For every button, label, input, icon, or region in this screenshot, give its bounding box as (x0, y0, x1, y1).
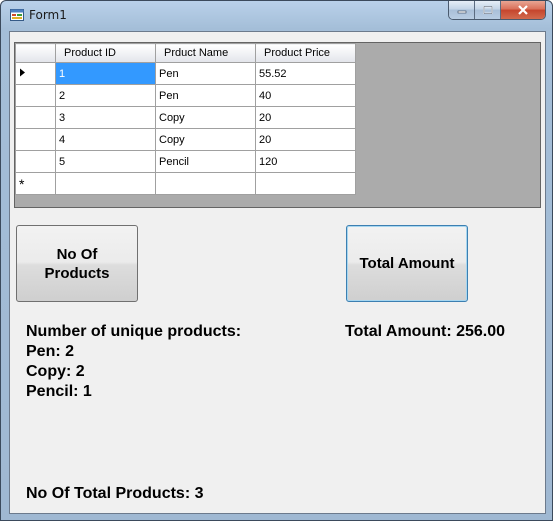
cell-product-price[interactable]: 55.52 (255, 62, 356, 85)
total-amount-button-label: Total Amount (359, 255, 455, 272)
cell-product-id[interactable]: 5 (55, 150, 156, 173)
form-client-area: Product ID Prduct Name Product Price 1 P… (9, 31, 546, 514)
current-row-arrow-icon (20, 68, 25, 76)
header-row: Product ID Prduct Name Product Price (15, 43, 356, 63)
row-header[interactable] (15, 84, 56, 107)
no-of-products-button-label: No Of Products (44, 245, 110, 282)
total-amount-label: Total Amount: 256.00 (345, 323, 506, 340)
cell-product-name[interactable]: Copy (155, 128, 256, 151)
column-header-product-name[interactable]: Prduct Name (155, 43, 256, 63)
minimize-button[interactable] (449, 1, 475, 19)
new-row-marker: * (15, 172, 56, 195)
new-cell-product-id[interactable] (55, 172, 156, 195)
new-row[interactable]: * (15, 172, 356, 195)
column-header-product-id[interactable]: Product ID (55, 43, 156, 63)
cell-product-id[interactable]: 3 (55, 106, 156, 129)
maximize-button[interactable] (475, 1, 501, 19)
unique-product-line: Copy: 2 (26, 363, 85, 380)
table-row[interactable]: 2 Pen 40 (15, 84, 356, 107)
total-amount-button[interactable]: Total Amount (346, 225, 468, 302)
close-icon (518, 5, 528, 15)
row-header[interactable] (15, 128, 56, 151)
table-row[interactable]: 3 Copy 20 (15, 106, 356, 129)
table-row[interactable]: 4 Copy 20 (15, 128, 356, 151)
window-title: Form1 (29, 8, 67, 22)
no-of-products-button[interactable]: No Of Products (16, 225, 138, 302)
cell-product-price[interactable]: 20 (255, 128, 356, 151)
cell-product-name[interactable]: Copy (155, 106, 256, 129)
cell-product-name[interactable]: Pen (155, 62, 256, 85)
cell-product-price[interactable]: 40 (255, 84, 356, 107)
unique-product-line: Pen: 2 (26, 343, 75, 360)
cell-product-id[interactable]: 4 (55, 128, 156, 151)
cell-product-price[interactable]: 120 (255, 150, 356, 173)
cell-product-price[interactable]: 20 (255, 106, 356, 129)
table-row[interactable]: 5 Pencil 120 (15, 150, 356, 173)
grid-corner-header[interactable] (15, 43, 56, 63)
row-header[interactable] (15, 62, 56, 85)
form1-window: Form1 Product ID Prduct Name Product Pri… (0, 0, 553, 521)
row-header[interactable] (15, 106, 56, 129)
total-products-label: No Of Total Products: 3 (26, 485, 204, 502)
cell-product-id[interactable]: 1 (55, 62, 156, 85)
new-cell-product-price[interactable] (255, 172, 356, 195)
products-table: Product ID Prduct Name Product Price 1 P… (15, 43, 356, 195)
window-controls (448, 1, 546, 20)
cell-product-name[interactable]: Pencil (155, 150, 256, 173)
close-button[interactable] (501, 1, 545, 19)
new-cell-product-name[interactable] (155, 172, 256, 195)
table-row[interactable]: 1 Pen 55.52 (15, 62, 356, 85)
app-icon (10, 9, 24, 21)
unique-products-heading: Number of unique products: (26, 323, 242, 340)
minimize-icon (457, 10, 466, 14)
column-header-product-price[interactable]: Product Price (255, 43, 356, 63)
row-header[interactable] (15, 150, 56, 173)
unique-product-line: Pencil: 1 (26, 383, 92, 400)
maximize-icon (482, 6, 493, 14)
cell-product-name[interactable]: Pen (155, 84, 256, 107)
products-datagridview[interactable]: Product ID Prduct Name Product Price 1 P… (14, 42, 541, 208)
title-bar[interactable]: Form1 (1, 1, 552, 29)
cell-product-id[interactable]: 2 (55, 84, 156, 107)
